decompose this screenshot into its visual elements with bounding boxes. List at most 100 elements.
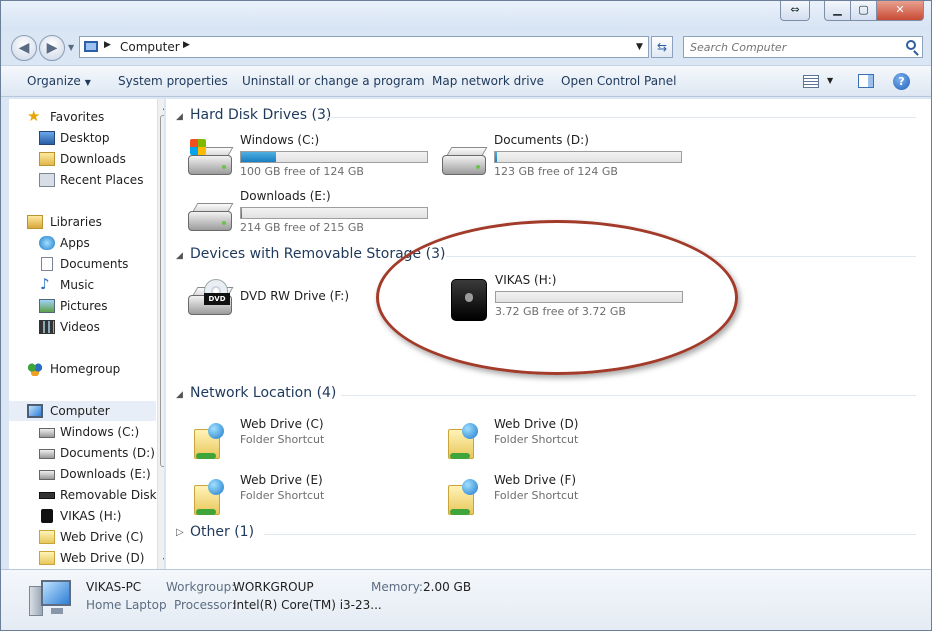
recent-pages-dropdown[interactable]: ▼ (68, 43, 74, 52)
nav-apps[interactable]: Apps (9, 233, 156, 253)
scroll-up-icon[interactable]: ▲ (158, 99, 164, 115)
network-type: Folder Shortcut (494, 433, 579, 446)
nav-webdrive-c[interactable]: Web Drive (C) (9, 527, 156, 547)
drive-tile-windows-c[interactable]: Windows (C:) 100 GB free of 124 GB (186, 133, 436, 183)
minimize-button[interactable]: ▁ (824, 1, 851, 21)
group-divider (264, 534, 916, 535)
expanded-triangle-icon[interactable]: ◢ (176, 251, 183, 261)
network-tile-webdrive-c[interactable]: Web Drive (C) Folder Shortcut (186, 417, 436, 467)
nav-computer[interactable]: Computer (9, 401, 156, 421)
change-view-icon[interactable] (803, 75, 819, 88)
nav-music-label: Music (60, 278, 95, 292)
nav-downloads-e-label: Downloads (E:) (60, 467, 151, 481)
search-box[interactable] (683, 36, 923, 58)
nav-vikas-label: VIKAS (H:) (60, 509, 122, 523)
group-network-location[interactable]: ◢ Network Location (4) (176, 385, 916, 407)
group-hard-disk-drives[interactable]: ◢ Hard Disk Drives (3) (176, 107, 916, 129)
nav-desktop-label: Desktop (60, 131, 110, 145)
processor-value: Intel(R) Core(TM) i3-23... (233, 598, 382, 612)
nav-removable-disk[interactable]: Removable Disk ( (9, 485, 164, 505)
address-bar[interactable]: ▶ Computer ▶ ▼ (79, 36, 649, 58)
network-tile-webdrive-d[interactable]: Web Drive (D) Folder Shortcut (440, 417, 690, 467)
network-type: Folder Shortcut (240, 433, 325, 446)
nav-windows-c[interactable]: Windows (C:) (9, 422, 156, 442)
windows-drive-icon (186, 139, 234, 179)
desktop-icon (39, 131, 55, 145)
command-bar: Organize ▼ System properties Uninstall or… (1, 65, 931, 97)
hard-drive-icon (440, 139, 488, 179)
nav-documents-d-label: Documents (D:) (60, 446, 155, 460)
nav-documents[interactable]: Documents (9, 254, 156, 274)
nav-computer-label: Computer (50, 404, 110, 418)
nav-documents-d[interactable]: Documents (D:) (9, 443, 156, 463)
drive-tile-downloads-e[interactable]: Downloads (E:) 214 GB free of 215 GB (186, 189, 436, 239)
pictures-icon (39, 299, 55, 313)
expanded-triangle-icon[interactable]: ◢ (176, 390, 183, 400)
expanded-triangle-icon[interactable]: ◢ (176, 112, 183, 122)
nav-desktop[interactable]: Desktop (9, 128, 156, 148)
nav-libraries[interactable]: Libraries (9, 212, 156, 232)
nav-downloads-e[interactable]: Downloads (E:) (9, 464, 156, 484)
collapsed-triangle-icon[interactable]: ▷ (176, 527, 184, 538)
nav-webdrive-d[interactable]: Web Drive (D) (9, 548, 156, 568)
restore-toggle-button[interactable]: ⇔ (780, 1, 810, 21)
network-name: Web Drive (D) (494, 417, 579, 431)
network-tile-webdrive-f[interactable]: Web Drive (F) Folder Shortcut (440, 473, 690, 523)
uninstall-program-button[interactable]: Uninstall or change a program (242, 74, 425, 88)
drive-name: Documents (D:) (494, 133, 589, 147)
group-title: Other (1) (190, 524, 255, 540)
hard-drive-icon (39, 449, 55, 459)
system-properties-button[interactable]: System properties (118, 74, 228, 88)
network-type: Folder Shortcut (240, 489, 325, 502)
address-dropdown-icon[interactable]: ▼ (636, 42, 643, 52)
breadcrumb-computer[interactable]: Computer (120, 40, 180, 54)
drive-name: Downloads (E:) (240, 189, 331, 203)
drive-free-space: 100 GB free of 124 GB (240, 165, 364, 178)
nav-vikas-h[interactable]: VIKAS (H:) (9, 506, 156, 526)
breadcrumb-separator-icon[interactable]: ▶ (104, 40, 111, 50)
nav-downloads[interactable]: Downloads (9, 149, 156, 169)
nav-recent-places[interactable]: Recent Places (9, 170, 156, 190)
refresh-button[interactable]: ⇆ (651, 36, 673, 58)
network-type: Folder Shortcut (494, 489, 579, 502)
scroll-down-icon[interactable]: ▼ (158, 553, 164, 569)
scroll-thumb[interactable]: ≡ (160, 115, 164, 467)
nav-apps-label: Apps (60, 236, 90, 250)
network-folder-icon (186, 479, 234, 519)
nav-music[interactable]: ♪ Music (9, 275, 156, 295)
nav-homegroup[interactable]: Homegroup (9, 359, 156, 379)
nav-scrollbar[interactable]: ▲ ≡ ▼ (157, 99, 164, 569)
nav-pictures-label: Pictures (60, 299, 108, 313)
network-tile-webdrive-e[interactable]: Web Drive (E) Folder Shortcut (186, 473, 436, 523)
memory-label: Memory: (371, 580, 423, 594)
nav-videos[interactable]: Videos (9, 317, 156, 337)
search-icon[interactable] (906, 40, 916, 50)
help-icon[interactable]: ? (893, 73, 910, 90)
group-other[interactable]: ▷ Other (1) (176, 524, 916, 546)
network-folder-icon (39, 551, 55, 565)
open-control-panel-button[interactable]: Open Control Panel (561, 74, 676, 88)
back-button[interactable]: ◀ (11, 35, 37, 61)
group-title: Hard Disk Drives (3) (190, 107, 332, 123)
nav-favorites[interactable]: ★ Favorites (9, 107, 156, 127)
apps-icon (39, 236, 55, 250)
nav-recent-label: Recent Places (60, 173, 144, 187)
drive-tile-documents-d[interactable]: Documents (D:) 123 GB free of 124 GB (440, 133, 690, 183)
organize-button[interactable]: Organize ▼ (27, 74, 91, 88)
close-button[interactable]: ✕ (876, 1, 924, 21)
nav-webdrive-c-label: Web Drive (C) (60, 530, 144, 544)
pc-name: VIKAS-PC (86, 580, 142, 594)
nav-removable-label: Removable Disk ( (60, 488, 164, 502)
breadcrumb-separator-icon[interactable]: ▶ (183, 40, 190, 50)
network-name: Web Drive (F) (494, 473, 577, 487)
nav-pictures[interactable]: Pictures (9, 296, 156, 316)
map-network-drive-button[interactable]: Map network drive (432, 74, 544, 88)
forward-button[interactable]: ▶ (39, 35, 65, 61)
drive-free-space: 214 GB free of 215 GB (240, 221, 364, 234)
view-options-dropdown-icon[interactable]: ▼ (827, 76, 833, 85)
nav-downloads-label: Downloads (60, 152, 126, 166)
maximize-button[interactable]: ▢ (850, 1, 877, 21)
removable-disk-icon (39, 492, 55, 499)
preview-pane-icon[interactable] (858, 74, 874, 88)
search-input[interactable] (690, 39, 900, 55)
